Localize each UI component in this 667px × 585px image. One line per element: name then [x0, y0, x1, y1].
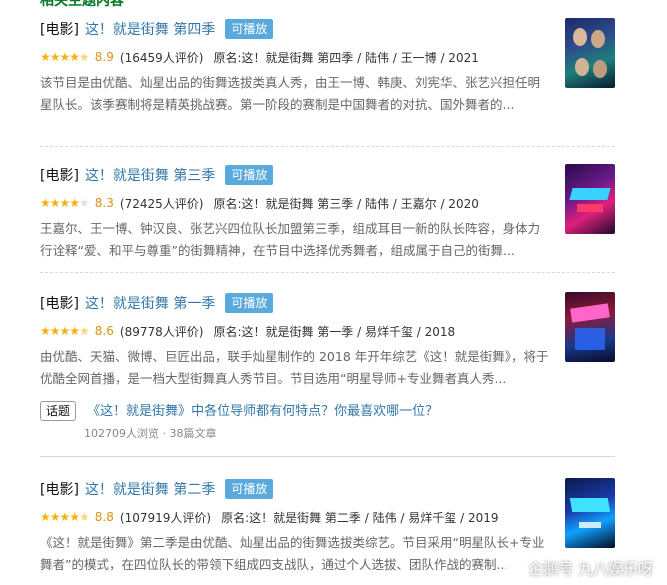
rating-count: (89778人评价) — [119, 324, 204, 339]
section-header: 相关主题内容 — [40, 0, 124, 9]
description: 由优酷、天猫、微博、巨匠出品，联手灿星制作的 2018 年开年综艺《这！就是街舞… — [40, 349, 549, 386]
topic-tag[interactable]: 话题 — [40, 401, 77, 421]
topic-link[interactable]: 《这！就是街舞》中各位导师都有何特点？你最喜欢哪一位？ — [87, 404, 438, 419]
rating-count: (72425人评价) — [119, 196, 204, 211]
score: 8.3 — [94, 196, 114, 210]
star-rating: ★★★★★ — [40, 50, 90, 64]
rating-count: (107919人评价) — [119, 510, 212, 525]
meta-info: 原名:这！就是街舞 第三季 / 陆伟 / 王嘉尔 / 2020 — [213, 196, 479, 211]
poster-image[interactable] — [565, 478, 615, 548]
divider — [40, 272, 615, 273]
star-rating: ★★★★★ — [40, 324, 90, 338]
category-label: [电影] — [40, 296, 79, 312]
poster-image[interactable] — [565, 292, 615, 362]
description: 《这！就是街舞》第二季是由优酷、灿星出品的街舞选拔类综艺。节目采用“明星队长+专… — [40, 535, 545, 572]
title-link[interactable]: 这！就是街舞 第四季 — [85, 19, 215, 39]
playable-badge[interactable]: 可播放 — [225, 165, 274, 185]
title-link[interactable]: 这！就是街舞 第一季 — [85, 293, 215, 313]
description: 王嘉尔、王一博、钟汉良、张艺兴四位队长加盟第三季，组成耳目一新的队长阵容，身体力… — [40, 221, 541, 258]
title-link[interactable]: 这！就是街舞 第三季 — [85, 165, 215, 185]
poster-image[interactable] — [565, 164, 615, 234]
star-rating: ★★★★★ — [40, 510, 90, 524]
star-rating: ★★★★★ — [40, 196, 90, 210]
category-label: [电影] — [40, 22, 79, 38]
meta-info: 原名:这！就是街舞 第二季 / 陆伟 / 易烊千玺 / 2019 — [221, 510, 499, 525]
playable-badge[interactable]: 可播放 — [225, 479, 274, 499]
result-item: [电影] 这！就是街舞 第四季 可播放 ★★★★★ 8.9 (16459人评价)… — [40, 18, 615, 116]
result-item: [电影] 这！就是街舞 第三季 可播放 ★★★★★ 8.3 (72425人评价)… — [40, 164, 615, 262]
divider — [40, 456, 615, 457]
result-item: [电影] 这！就是街舞 第一季 可播放 ★★★★★ 8.6 (89778人评价)… — [40, 292, 615, 390]
watermark-text: 企鹅号 九八娱乐呀 — [528, 560, 653, 578]
score: 8.6 — [94, 324, 114, 338]
description: 该节目是由优酷、灿星出品的街舞选拔类真人秀，由王一博、韩庚、刘宪华、张艺兴担任明… — [40, 75, 541, 112]
topic-block: 话题 《这！就是街舞》中各位导师都有何特点？你最喜欢哪一位？ 102709人浏览… — [40, 400, 615, 441]
meta-info: 原名:这！就是街舞 第四季 / 陆伟 / 王一博 / 2021 — [213, 50, 479, 65]
title-link[interactable]: 这！就是街舞 第二季 — [85, 479, 215, 499]
playable-badge[interactable]: 可播放 — [225, 19, 274, 39]
rating-count: (16459人评价) — [119, 50, 204, 65]
category-label: [电影] — [40, 168, 79, 184]
poster-image[interactable] — [565, 18, 615, 88]
divider — [40, 146, 615, 147]
watermark-logo-icon — [506, 559, 525, 577]
playable-badge[interactable]: 可播放 — [225, 293, 274, 313]
score: 8.8 — [94, 510, 114, 524]
score: 8.9 — [94, 50, 114, 64]
meta-info: 原名:这！就是街舞 第一季 / 易烊千玺 / 2018 — [213, 324, 456, 339]
category-label: [电影] — [40, 482, 79, 498]
watermark: 企鹅号 九八娱乐呀 — [506, 558, 653, 579]
topic-stats: 102709人浏览 · 38篇文章 — [84, 427, 217, 440]
